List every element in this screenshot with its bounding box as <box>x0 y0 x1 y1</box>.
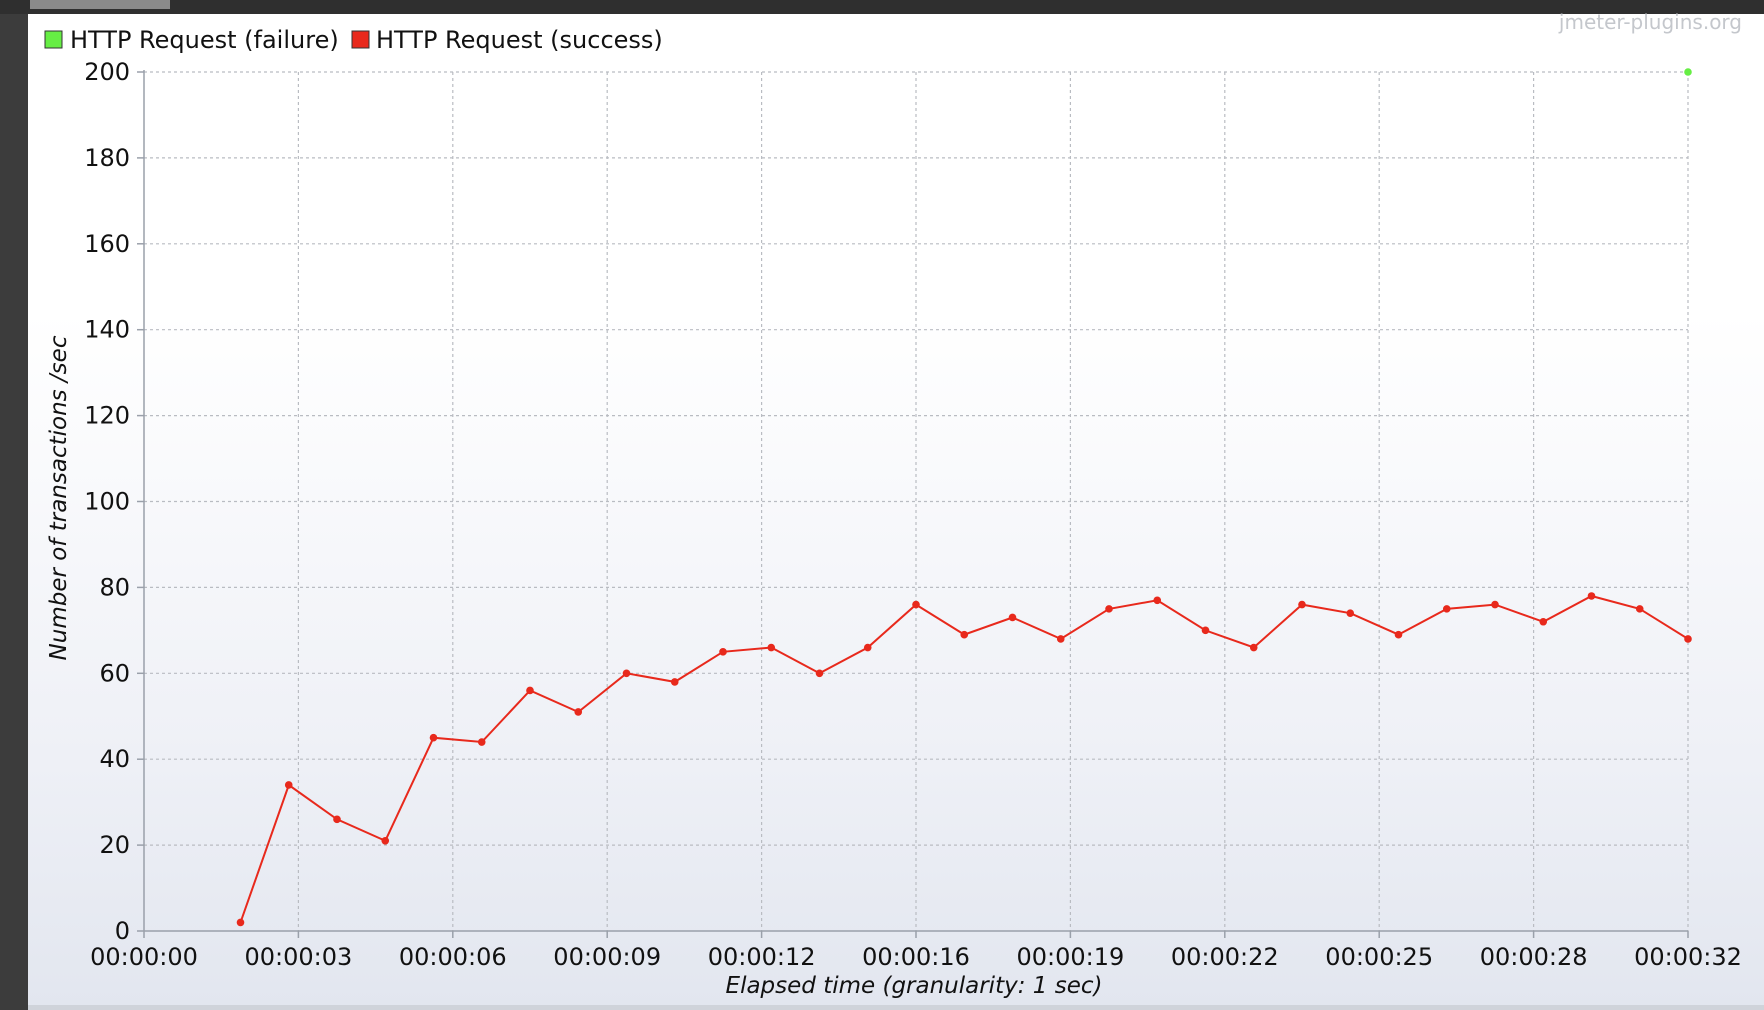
data-point-success <box>863 643 872 652</box>
x-tick-label: 00:00:19 <box>1017 943 1125 971</box>
data-point-success <box>1394 630 1403 639</box>
data-series <box>236 68 1692 927</box>
y-tick-label: 60 <box>99 659 130 687</box>
data-point-success <box>912 600 920 609</box>
data-point-success <box>670 678 679 686</box>
watermark: jmeter-plugins.org <box>1558 10 1742 34</box>
y-tick-label: 160 <box>84 230 130 258</box>
data-point-success <box>1008 613 1017 622</box>
data-point-success <box>767 643 776 652</box>
legend-swatch-failure <box>44 30 63 49</box>
x-tick-label: 00:00:16 <box>862 943 970 971</box>
data-point-success <box>1249 643 1258 652</box>
data-point-success <box>1298 600 1306 609</box>
legend: HTTP Request (failure) HTTP Request (suc… <box>44 26 663 54</box>
data-point-success <box>526 686 534 695</box>
y-axis-label: Number of transactions /sec <box>46 335 72 660</box>
data-point-success <box>1684 635 1692 643</box>
y-tick-label: 200 <box>84 58 130 86</box>
x-tick-label: 00:00:22 <box>1171 943 1279 971</box>
legend-label-failure: HTTP Request (failure) <box>70 26 339 54</box>
data-point-success <box>1201 626 1210 635</box>
data-point-success <box>574 708 583 716</box>
data-point-success <box>960 630 969 639</box>
y-tick-label: 40 <box>99 745 130 773</box>
data-point-success <box>429 733 438 742</box>
x-tick-label: 00:00:28 <box>1480 943 1588 971</box>
x-tick-label: 00:00:12 <box>708 943 816 971</box>
y-tick-label: 180 <box>84 144 130 172</box>
x-tick-label: 00:00:03 <box>245 943 353 971</box>
x-tick-label: 00:00:00 <box>90 943 198 971</box>
grid-lines <box>144 71 1689 931</box>
data-point-success <box>284 781 293 789</box>
data-point-success <box>477 738 486 746</box>
data-point-success <box>1056 635 1065 643</box>
data-point-success <box>622 669 631 678</box>
x-axis-ticks: 00:00:00 00:00:03 00:00:06 00:00:09 00:00:12… <box>90 931 1742 971</box>
y-tick-label: 80 <box>99 573 130 601</box>
transactions-per-second-chart: 020406080100120140160180200 00:00:00 00:0… <box>44 10 1742 999</box>
x-axis-label: Elapsed time (granularity: 1 sec) <box>726 973 1103 999</box>
data-point-success <box>236 918 245 927</box>
y-tick-label: 0 <box>115 917 130 945</box>
data-point-success <box>719 648 727 656</box>
data-point-success <box>381 837 390 845</box>
data-point-success <box>1442 605 1451 613</box>
y-tick-label: 120 <box>84 402 130 430</box>
data-point-success <box>1587 592 1596 600</box>
y-tick-label: 140 <box>84 316 130 344</box>
data-point-success <box>815 669 824 678</box>
legend-label-success: HTTP Request (success) <box>376 26 663 54</box>
data-point-success <box>1346 609 1355 617</box>
data-point-success <box>1491 600 1499 609</box>
data-point-success <box>1153 596 1162 605</box>
y-axis-ticks: 0 20 40 60 80 100 120 140 160 180 200 <box>84 58 144 945</box>
y-tick-label: 20 <box>99 831 130 859</box>
data-point-success <box>1105 605 1113 613</box>
y-tick-label: 100 <box>84 488 130 516</box>
data-point-success <box>333 815 341 824</box>
x-tick-label: 00:00:09 <box>553 943 661 971</box>
legend-swatch-success <box>351 30 370 49</box>
x-tick-label: 00:00:25 <box>1325 943 1433 971</box>
data-point-success <box>1635 605 1644 613</box>
data-point-success <box>1539 617 1548 626</box>
data-point-failure <box>1684 68 1692 76</box>
x-tick-label: 00:00:06 <box>399 943 507 971</box>
x-tick-label: 00:00:32 <box>1634 943 1742 971</box>
